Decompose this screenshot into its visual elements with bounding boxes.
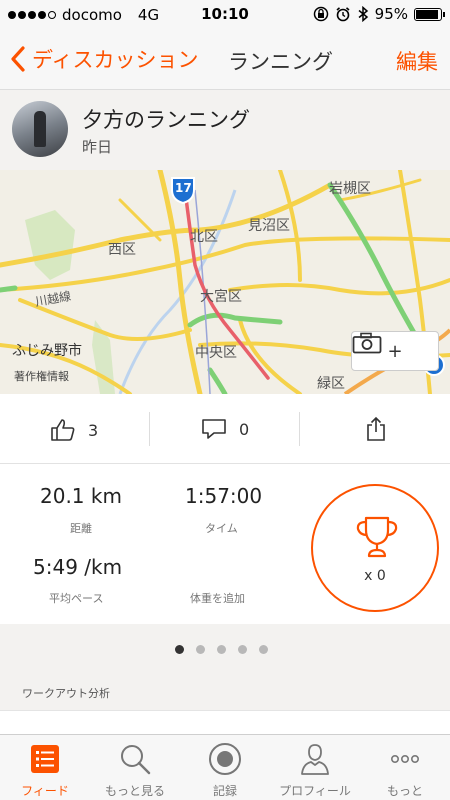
divider [299, 412, 300, 446]
trophy-icon [356, 516, 398, 558]
feed-icon [31, 745, 59, 773]
page-dot [259, 645, 268, 654]
activity-date: 昨日 [82, 138, 113, 156]
analysis-card[interactable] [0, 710, 450, 734]
tab-label: フィード [21, 784, 69, 798]
tab-bar: フィード もっと見る 記録 プロフィール もっと [0, 734, 450, 800]
add-photo-plus: + [387, 340, 403, 362]
time-label: タイム [205, 522, 238, 535]
page-title: ランニング [228, 50, 333, 74]
battery-icon [414, 7, 445, 21]
divider [149, 412, 150, 446]
page-dot [175, 645, 184, 654]
back-button-label: ディスカッション [32, 48, 199, 72]
social-bar: 3 0 [0, 394, 450, 464]
distance-label: 距離 [70, 522, 92, 535]
time-value: 1:57:00 [185, 484, 263, 508]
map-label-minuma: 見沼区 [248, 218, 290, 234]
athlete-avatar[interactable] [12, 101, 68, 157]
tab-label: プロフィール [279, 784, 351, 798]
comment-count: 0 [239, 419, 250, 439]
tab-label: もっと [386, 784, 423, 798]
route-map[interactable]: 17 2 岩槻区 見沼区 西区 北区 大宮区 川越線 ふじみ野市 中央区 緑区 … [0, 170, 450, 394]
alarm-icon [336, 7, 350, 22]
achievement-count: x 0 [364, 568, 386, 584]
page-indicator[interactable] [175, 645, 268, 654]
chevron-left-icon [11, 46, 25, 72]
add-photo-button[interactable]: + [351, 331, 439, 371]
tab-feed[interactable]: フィード [0, 735, 90, 800]
pace-value: 5:49 /km [33, 555, 123, 579]
page-dot [217, 645, 226, 654]
add-weight-link[interactable]: 体重を追加 [190, 590, 245, 606]
profile-icon [301, 744, 329, 775]
tab-explore[interactable]: もっと見る [90, 735, 180, 800]
page-dot [238, 645, 247, 654]
page-dot [196, 645, 205, 654]
back-button[interactable]: ディスカッション [10, 44, 199, 74]
search-icon [121, 745, 151, 775]
battery-percent: 95% [374, 5, 408, 23]
comment-bubble-icon [202, 419, 226, 439]
nav-bar: ディスカッション ランニング 編集 [0, 30, 450, 90]
orientation-lock-icon [313, 6, 328, 22]
tab-label: 記録 [212, 784, 237, 798]
distance-value: 20.1 km [40, 484, 122, 508]
thumbs-up-icon [51, 419, 75, 441]
map-label-chuo: 中央区 [195, 345, 237, 361]
tab-profile[interactable]: プロフィール [270, 735, 360, 800]
edit-button[interactable]: 編集 [396, 46, 438, 76]
bluetooth-icon [358, 6, 368, 22]
achievements-button[interactable]: x 0 [311, 484, 439, 612]
activity-title: 夕方のランニング [82, 108, 250, 132]
tab-more[interactable]: もっと [360, 735, 450, 800]
more-icon [391, 755, 419, 764]
share-button[interactable] [366, 416, 386, 446]
map-label-fujimino: ふじみ野市 [12, 343, 82, 359]
map-label-kita: 北区 [190, 229, 218, 245]
map-label-iwatsuki: 岩槻区 [329, 181, 371, 197]
tab-record[interactable]: 記録 [180, 735, 270, 800]
kudos-button[interactable]: 3 [50, 418, 98, 442]
share-icon [367, 416, 385, 441]
kudos-count: 3 [88, 420, 99, 440]
map-label-nishi: 西区 [108, 242, 136, 258]
record-icon [209, 743, 241, 775]
camera-icon [352, 332, 382, 354]
workout-analysis-heading: ワークアウト分析 [22, 687, 110, 700]
map-label-midori: 緑区 [317, 376, 345, 392]
map-credit-link[interactable]: 著作権情報 [14, 368, 69, 384]
activity-stats: 20.1 km 距離 1:57:00 タイム 5:49 /km 平均ペース 体重… [0, 464, 450, 624]
route-17-label: 17 [175, 181, 192, 195]
pace-label: 平均ペース [49, 592, 104, 605]
comments-button[interactable]: 0 [201, 418, 249, 440]
analysis-section: ワークアウト分析 [0, 624, 450, 734]
activity-header: 夕方のランニング 昨日 [0, 90, 450, 170]
map-label-omiya: 大宮区 [200, 289, 242, 305]
tab-label: もっと見る [104, 784, 165, 798]
status-bar: docomo 4G 10:10 95% [0, 0, 450, 30]
